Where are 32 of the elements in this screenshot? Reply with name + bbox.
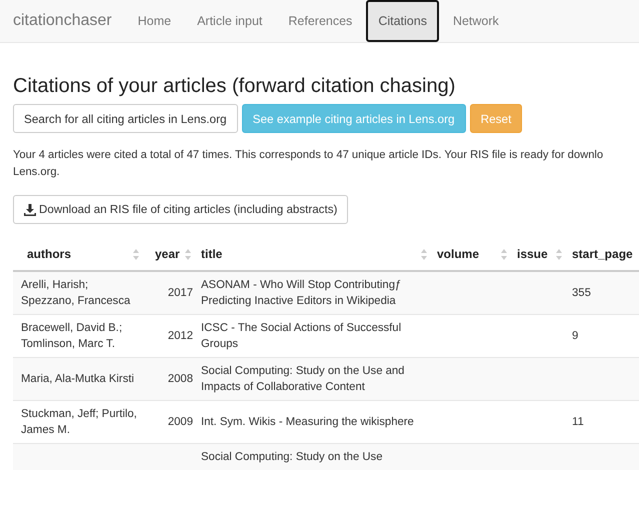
- download-icon: [24, 204, 36, 216]
- nav-tab[interactable]: Network: [440, 12, 511, 30]
- table-cell: 2012: [168, 330, 193, 342]
- sort-icon: [185, 249, 191, 260]
- sort-icon: [556, 249, 562, 260]
- table-cell: Arelli, Harish; Spezzano, Francesca: [21, 279, 130, 307]
- nav-tab[interactable]: Article input: [185, 12, 274, 30]
- lens-button[interactable]: Search for all citing articles in Lens.org: [13, 104, 238, 133]
- table-cell: Stuckman, Jeff; Purtilo, James M.: [21, 408, 137, 436]
- table-cell: Int. Sym. Wikis - Measuring the wikisphere: [201, 416, 414, 428]
- table-cell: Social Computing: Study on the Use and Impacts of Collaborative Content: [201, 365, 404, 393]
- sort-icon: [421, 249, 427, 260]
- table-cell: 2008: [168, 373, 193, 385]
- table-cell: ICSC - The Social Actions of Successful Groups: [201, 322, 402, 350]
- table-cell: Maria, Ala-Mutka Kirsti: [21, 373, 134, 385]
- table-cell: Social Computing: Study on the Use: [201, 451, 382, 463]
- table-cell: 2017: [168, 287, 193, 299]
- download-button[interactable]: Download an RIS file of citing articles (including abstracts): [13, 195, 348, 224]
- table-cell: 11: [572, 416, 584, 428]
- nav-tab[interactable]: Citations: [366, 0, 439, 42]
- sort-icon: [501, 249, 507, 260]
- table-cell: 355: [572, 287, 591, 299]
- brand-title[interactable]: citationchaser: [13, 12, 112, 30]
- nav-tab[interactable]: References: [276, 12, 364, 30]
- summary-text: Your 4 articles were cited a total of 47 times. This corresponds to 47 unique article IDs. Your RIS file is ready for downlo Lens.org.: [13, 148, 604, 180]
- table-cell: ASONAM - Who Will Stop Contributingƒ Predicting Inactive Editors in Wikipedia: [201, 279, 402, 307]
- table-cell: Bracewell, David B.; Tomlinson, Marc T.: [21, 322, 122, 350]
- page-heading: Citations of your articles (forward citation chasing): [13, 75, 456, 98]
- table-cell: 2009: [168, 416, 193, 428]
- sort-icon: [133, 249, 139, 260]
- nav-tab[interactable]: Home: [126, 12, 184, 30]
- table-cell: 9: [572, 330, 578, 342]
